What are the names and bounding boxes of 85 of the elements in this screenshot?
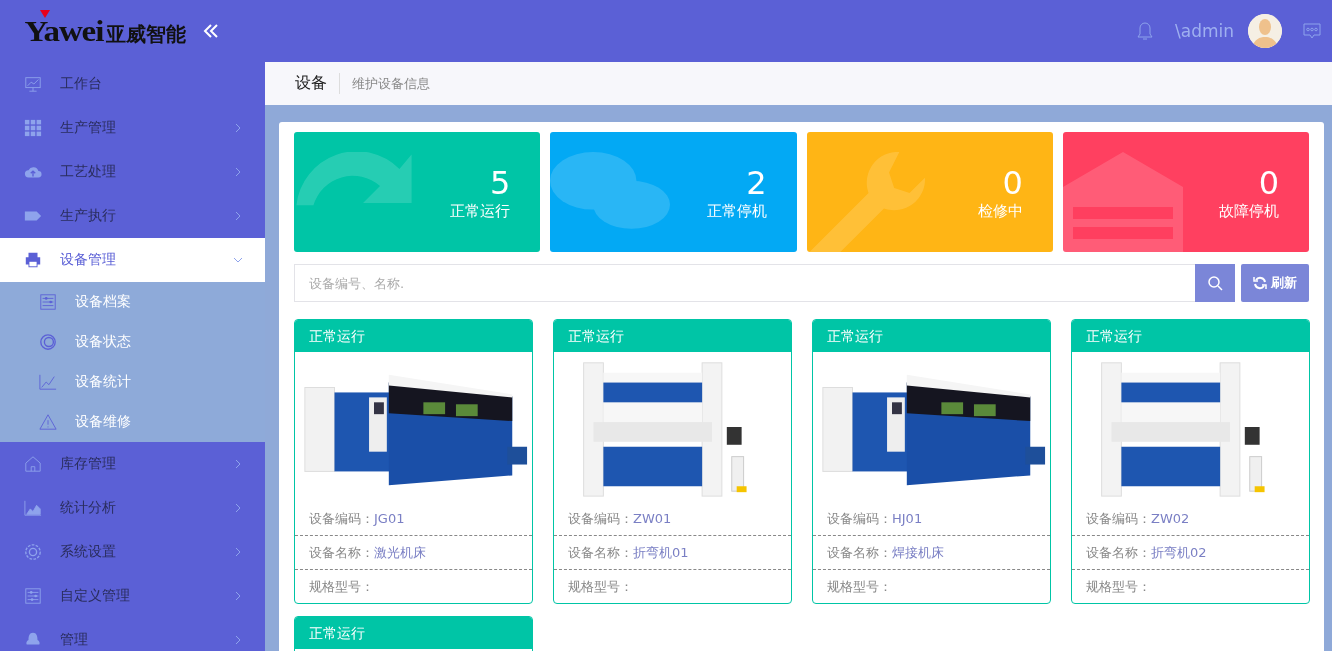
field-label: 规格型号： [309, 577, 374, 596]
sidebar-item[interactable]: 工艺处理 [0, 150, 265, 194]
field-label: 设备名称： [309, 543, 374, 562]
chevron-icon [233, 635, 243, 645]
field-label: 设备编码： [309, 509, 374, 528]
field-value: ZW01 [633, 511, 672, 526]
chevron-icon [233, 255, 243, 265]
field-label: 设备名称： [568, 543, 633, 562]
stat-label: 正常停机 [706, 201, 767, 221]
sidebar-item[interactable]: 设备管理 [0, 238, 265, 282]
field-label: 设备编码： [568, 509, 633, 528]
field-value: 焊接机床 [892, 543, 944, 562]
chevron-icon [233, 123, 243, 133]
sidebar-item[interactable]: 系统设置 [0, 530, 265, 574]
search-field[interactable]: 设备编号、名称. [294, 264, 1195, 302]
sliders-icon [24, 587, 42, 605]
sidebar-item[interactable]: 生产执行 [0, 194, 265, 238]
search-button[interactable] [1195, 264, 1235, 302]
device-status-header: 正常运行 [1072, 320, 1309, 352]
device-status-header: 正常运行 [295, 320, 532, 352]
avatar[interactable] [1248, 14, 1282, 48]
chevron-icon [233, 167, 243, 177]
stat-label: 检修中 [977, 201, 1023, 221]
sliders-icon [39, 293, 57, 311]
field-value: HJ01 [892, 511, 923, 526]
sidebar-item[interactable]: 管理 [0, 618, 265, 651]
field-label: 设备名称： [1086, 543, 1151, 562]
area-chart-icon [24, 499, 42, 517]
field-label: 设备名称： [827, 543, 892, 562]
printer-icon [24, 251, 42, 269]
refresh-button[interactable]: 刷新 [1241, 264, 1309, 302]
grid-icon [24, 119, 42, 137]
gear-icon [24, 543, 42, 561]
device-status-header: 正常运行 [813, 320, 1050, 352]
ring-icon [39, 333, 57, 351]
sidebar-item[interactable]: 工作台 [0, 62, 265, 106]
page-title: 设备 [295, 73, 340, 94]
chevron-icon [233, 211, 243, 221]
field-value: 折弯机02 [1151, 543, 1207, 562]
page-subtitle: 维护设备信息 [351, 74, 430, 93]
field-label: 规格型号： [827, 577, 892, 596]
username[interactable]: \admin [1175, 21, 1234, 41]
sidebar-item[interactable]: 库存管理 [0, 442, 265, 486]
field-label: 规格型号： [568, 577, 633, 596]
search-icon [1207, 275, 1223, 291]
device-status-header: 正常运行 [554, 320, 791, 352]
chevron-icon [233, 459, 243, 469]
device-card[interactable]: 正常运行 设备编码：JG01 设备名称：激光机床 规格型号： [294, 319, 533, 604]
submenu-item[interactable]: 设备档案 [0, 282, 265, 322]
chevron-icon [233, 591, 243, 601]
sidebar-item[interactable]: 统计分析 [0, 486, 265, 530]
field-value: 折弯机01 [633, 543, 689, 562]
stat-background-icon [550, 152, 671, 229]
stat-label: 正常运行 [450, 201, 511, 221]
house-icon [24, 455, 42, 473]
chevron-icon [233, 547, 243, 557]
submenu-item[interactable]: 设备维修 [0, 402, 265, 442]
field-label: 设备编码： [827, 509, 892, 528]
refresh-icon [1253, 276, 1267, 290]
field-value: ZW02 [1151, 511, 1190, 526]
field-value: 激光机床 [374, 543, 426, 562]
field-value: JG01 [374, 511, 405, 526]
submenu-item[interactable]: 设备状态 [0, 322, 265, 362]
device-card[interactable]: 正常运行 设备编码：ZW01 设备名称：折弯机01 规格型号： [553, 319, 792, 604]
stat-value: 5 [489, 163, 511, 202]
stat-background-icon [294, 152, 414, 208]
chevron-icon [233, 503, 243, 513]
notification-bell-icon[interactable] [1135, 21, 1155, 41]
field-label: 规格型号： [1086, 577, 1151, 596]
sidebar-item[interactable]: 生产管理 [0, 106, 265, 150]
submenu-item[interactable]: 设备统计 [0, 362, 265, 402]
stat-value: 0 [1002, 163, 1023, 202]
stat-value: 0 [1258, 163, 1279, 202]
sidebar-item[interactable]: 自定义管理 [0, 574, 265, 618]
warning-icon [39, 413, 57, 431]
presentation-chart-icon [24, 75, 42, 93]
stat-value: 2 [746, 163, 767, 202]
stat-label: 故障停机 [1219, 201, 1279, 221]
device-card[interactable]: 正常运行 设备编码：HJ01 设备名称：焊接机床 规格型号： [812, 319, 1051, 604]
device-card[interactable]: 正常运行 [294, 616, 533, 651]
field-label: 设备编码： [1086, 509, 1151, 528]
device-card[interactable]: 正常运行 设备编码：ZW02 设备名称：折弯机02 规格型号： [1071, 319, 1310, 604]
collapse-icon[interactable] [201, 22, 220, 40]
line-chart-icon [39, 373, 57, 391]
chat-icon[interactable] [1302, 21, 1322, 41]
